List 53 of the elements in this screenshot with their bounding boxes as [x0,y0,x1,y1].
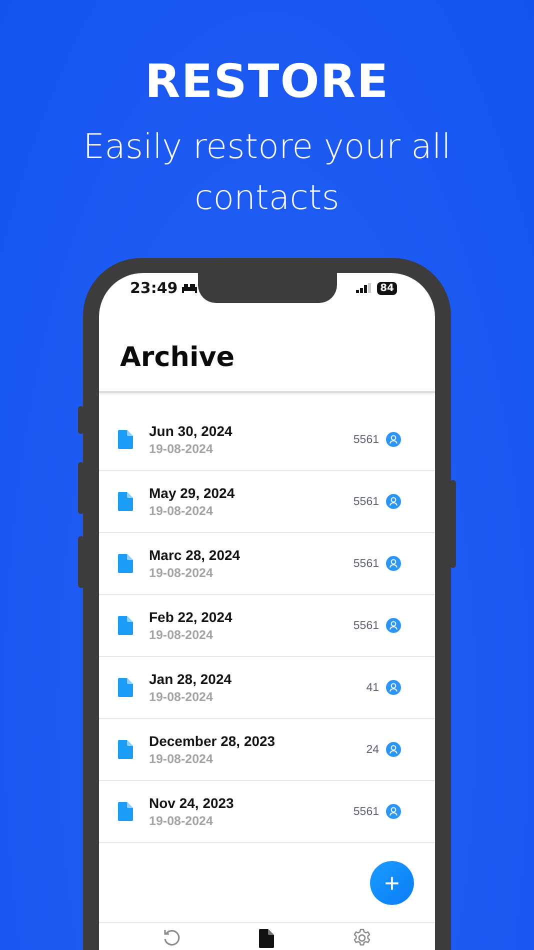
settings-icon [352,928,372,948]
person-icon [386,804,401,819]
person-icon [386,432,401,447]
document-icon [259,928,274,948]
archive-name: Jun 30, 2024 [149,423,234,439]
archive-row[interactable]: Jan 28, 2024 19-08-2024 41 [99,657,435,719]
person-icon [386,494,401,509]
battery-level: 84 [377,282,397,294]
archive-row[interactable]: Feb 22, 2024 19-08-2024 5561 [99,595,435,657]
archive-name: Nov 24, 2023 [149,795,235,811]
archive-name: May 29, 2024 [149,485,236,501]
archive-name: Jan 28, 2024 [149,671,233,687]
document-icon [118,678,133,697]
archive-date: 19-08-2024 [149,752,214,766]
contact-count: 5561 [353,496,379,508]
promo-title: RESTORE [144,54,390,108]
document-icon [118,430,133,449]
contact-count: 5561 [353,806,379,818]
status-time: 23:49 [130,279,178,297]
document-icon [118,554,133,573]
archive-row[interactable]: May 29, 2024 19-08-2024 5561 [99,471,435,533]
archive-row[interactable]: Jun 30, 2024 19-08-2024 5561 [99,409,435,471]
archive-date: 19-08-2024 [149,442,214,456]
document-icon [118,616,133,635]
contact-count: 5561 [353,620,379,632]
promo-subtitle: Easily restore your all contacts [82,126,452,220]
signal-icon [356,283,372,293]
person-icon [386,556,401,571]
archive-date: 19-08-2024 [149,814,214,828]
archive-row[interactable]: December 28, 2023 19-08-2024 24 [99,719,435,781]
document-icon [118,802,133,821]
archive-date: 19-08-2024 [149,504,214,518]
archive-date: 19-08-2024 [149,566,214,580]
archive-row[interactable]: Marc 28, 2024 19-08-2024 5561 [99,533,435,595]
archive-name: Feb 22, 2024 [149,609,234,625]
archive-name: December 28, 2023 [149,733,276,749]
archive-date: 19-08-2024 [149,628,214,642]
archive-date: 19-08-2024 [149,690,214,704]
contact-count: 24 [366,744,379,756]
screen-title: Archive [120,342,235,372]
contact-count: 5561 [353,434,379,446]
archive-row[interactable]: Nov 24, 2023 19-08-2024 5561 [99,781,435,843]
restore-icon [162,928,182,948]
document-icon [118,740,133,759]
person-icon [386,618,401,633]
bed-icon [182,283,197,293]
contact-count: 5561 [353,558,379,570]
document-icon [118,492,133,511]
archive-name: Marc 28, 2024 [149,547,242,563]
tab-button[interactable] [257,926,276,950]
contact-count: 41 [366,682,379,694]
person-icon [386,742,401,757]
person-icon [386,680,401,695]
